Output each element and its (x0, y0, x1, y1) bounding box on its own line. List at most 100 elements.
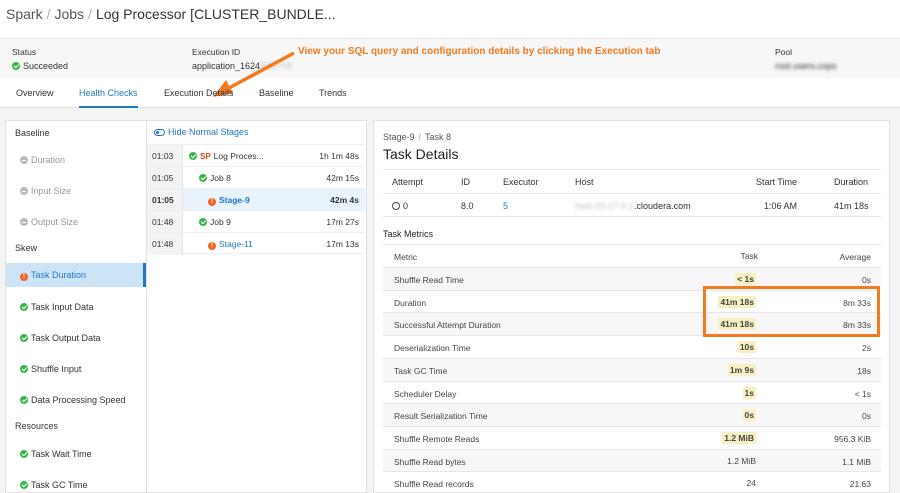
metric-average-value: 1.1 MiB (842, 456, 871, 467)
hide-normal-stages-toggle[interactable]: Hide Normal Stages (154, 127, 249, 137)
start-time: 01:05 (152, 195, 174, 205)
tab-execution-details[interactable]: Execution Details (164, 88, 234, 98)
metric-task-value: 1.2 MiB (727, 455, 756, 466)
warning-icon: ! (208, 242, 216, 250)
metric-name: Shuffle Read bytes (394, 456, 466, 467)
metric-task-value: < 1s (735, 273, 756, 285)
metric-row: Deserialization Time 10s 2s (383, 335, 881, 358)
check-item-task-duration[interactable]: ! Task Duration (6, 263, 146, 287)
node-duration: 17m 27s (326, 217, 359, 227)
metric-average-value: 0s (862, 411, 871, 422)
column-header-metric: Metric (394, 252, 418, 262)
metric-name: Shuffle Read Time (394, 275, 464, 285)
host-domain: .cloudera.com (634, 201, 691, 211)
section-header-baseline: Baseline (15, 128, 50, 138)
check-item-label: Task Duration (31, 270, 87, 280)
node-duration: 42m 15s (326, 173, 359, 183)
tab-bar: Overview Health Checks Execution Details… (0, 78, 900, 108)
metric-average-value: 21.63 (849, 479, 871, 490)
task-metrics-title: Task Metrics (383, 229, 434, 239)
start-time: 01:48 (152, 239, 174, 249)
node-duration: 42m 4s (330, 195, 359, 205)
metric-task-value: 10s (737, 341, 756, 354)
check-item-input-size[interactable]: Input Size (20, 186, 71, 196)
spark-prefix: SP (200, 152, 211, 161)
host-redacted: host-10-17-0-1 (575, 201, 635, 211)
stage-crumb-link[interactable]: Stage-9 (383, 132, 415, 142)
column-header-attempt: Attempt (392, 177, 424, 187)
node-duration: 17m 13s (326, 239, 359, 249)
task-breadcrumb: Stage-9/Task 8 (383, 132, 451, 142)
metric-average-value: 2s (862, 343, 871, 354)
success-check-icon (20, 450, 28, 458)
metric-task-value: 0s (742, 409, 756, 422)
host-cell: host-10-17-0-1.cloudera.com (575, 201, 691, 211)
warning-icon: ! (208, 198, 216, 206)
column-header-average: Average (839, 252, 871, 262)
check-item-task-output-data[interactable]: Task Output Data (20, 333, 101, 343)
start-time: 01:03 (152, 151, 174, 161)
check-item-label: Task Wait Time (31, 449, 92, 459)
check-item-task-gc-time[interactable]: Task GC Time (20, 480, 88, 490)
tab-overview[interactable]: Overview (16, 88, 54, 98)
node-name: Job 8 (210, 173, 231, 183)
metric-name: Scheduler Delay (394, 388, 457, 399)
node-name: Stage-11 (219, 239, 253, 249)
stage-tree-row[interactable]: 01:48 Job 9 17m 27s (147, 210, 365, 233)
check-item-data-processing-speed[interactable]: Data Processing Speed (20, 395, 126, 405)
attempt-id: 8.0 (461, 201, 474, 211)
metric-average-value: 0s (862, 275, 871, 285)
metric-average-value: < 1s (854, 388, 871, 399)
not-applicable-icon (20, 156, 28, 164)
metric-name: Deserialization Time (394, 343, 471, 354)
stage-tree-row[interactable]: 01:05 Job 8 42m 15s (147, 166, 365, 189)
column-header-start-time: Start Time (756, 177, 798, 187)
start-time-cell: 01:05 (147, 189, 183, 211)
start-time-cell: 01:03 (147, 145, 183, 167)
not-applicable-icon (20, 218, 28, 226)
node-duration: 1h 1m 48s (319, 151, 359, 161)
metric-row: Shuffle Read bytes 1.2 MiB 1.1 MiB (383, 448, 881, 472)
content-area: Baseline Duration Input Size Output Size… (0, 108, 900, 493)
metric-name: Duration (394, 297, 427, 308)
check-item-duration[interactable]: Duration (20, 155, 65, 165)
check-item-label: Task Input Data (31, 302, 94, 312)
check-item-label: Input Size (31, 186, 72, 196)
attempt-table-header: Attempt ID Executor Host Start Time Dura… (383, 169, 881, 193)
check-item-task-input-data[interactable]: Task Input Data (20, 302, 94, 312)
metric-name: Successful Attempt Duration (394, 320, 501, 331)
success-check-icon (199, 174, 207, 182)
success-check-icon (20, 396, 28, 404)
check-item-shuffle-input[interactable]: Shuffle Input (20, 364, 81, 374)
stage-tree-row-selected[interactable]: 01:05 ! Stage-9 42m 4s (147, 188, 365, 211)
check-item-output-size[interactable]: Output Size (20, 217, 78, 227)
tab-trends[interactable]: Trends (319, 88, 347, 98)
toggle-label: Hide Normal Stages (168, 127, 249, 137)
metric-name: Shuffle Remote Reads (394, 433, 480, 444)
start-time: 01:48 (152, 217, 174, 227)
job-node: Job 8 (199, 173, 231, 183)
check-item-label: Duration (31, 155, 66, 165)
breadcrumb-separator: / (418, 132, 422, 142)
success-check-icon (20, 365, 28, 373)
task-crumb: Task 8 (425, 132, 452, 142)
duration-value: 41m 18s (834, 201, 869, 211)
metric-name: Task GC Time (394, 365, 448, 376)
node-name: Job 9 (210, 217, 231, 227)
stage-tree-row[interactable]: 01:03 SP Log Proces... 1h 1m 48s (147, 144, 365, 167)
stage-node: ! Stage-9 (208, 195, 250, 206)
tab-health-checks[interactable]: Health Checks (79, 88, 138, 108)
stage-node: ! Stage-11 (208, 239, 253, 250)
metric-average-value: 18s (857, 365, 871, 376)
attempt-number: 0 (403, 201, 409, 211)
success-check-icon (189, 152, 197, 160)
executor-link[interactable]: 5 (503, 201, 508, 211)
not-applicable-icon (20, 187, 28, 195)
check-item-task-wait-time[interactable]: Task Wait Time (20, 449, 92, 459)
success-check-icon (20, 303, 28, 311)
metric-task-value: 24 (746, 478, 756, 489)
check-item-label: Output Size (31, 217, 79, 227)
tab-baseline[interactable]: Baseline (259, 88, 294, 98)
stage-tree-row[interactable]: 01:48 ! Stage-11 17m 13s (147, 232, 365, 255)
metrics-header: Metric Task Average (383, 244, 881, 267)
